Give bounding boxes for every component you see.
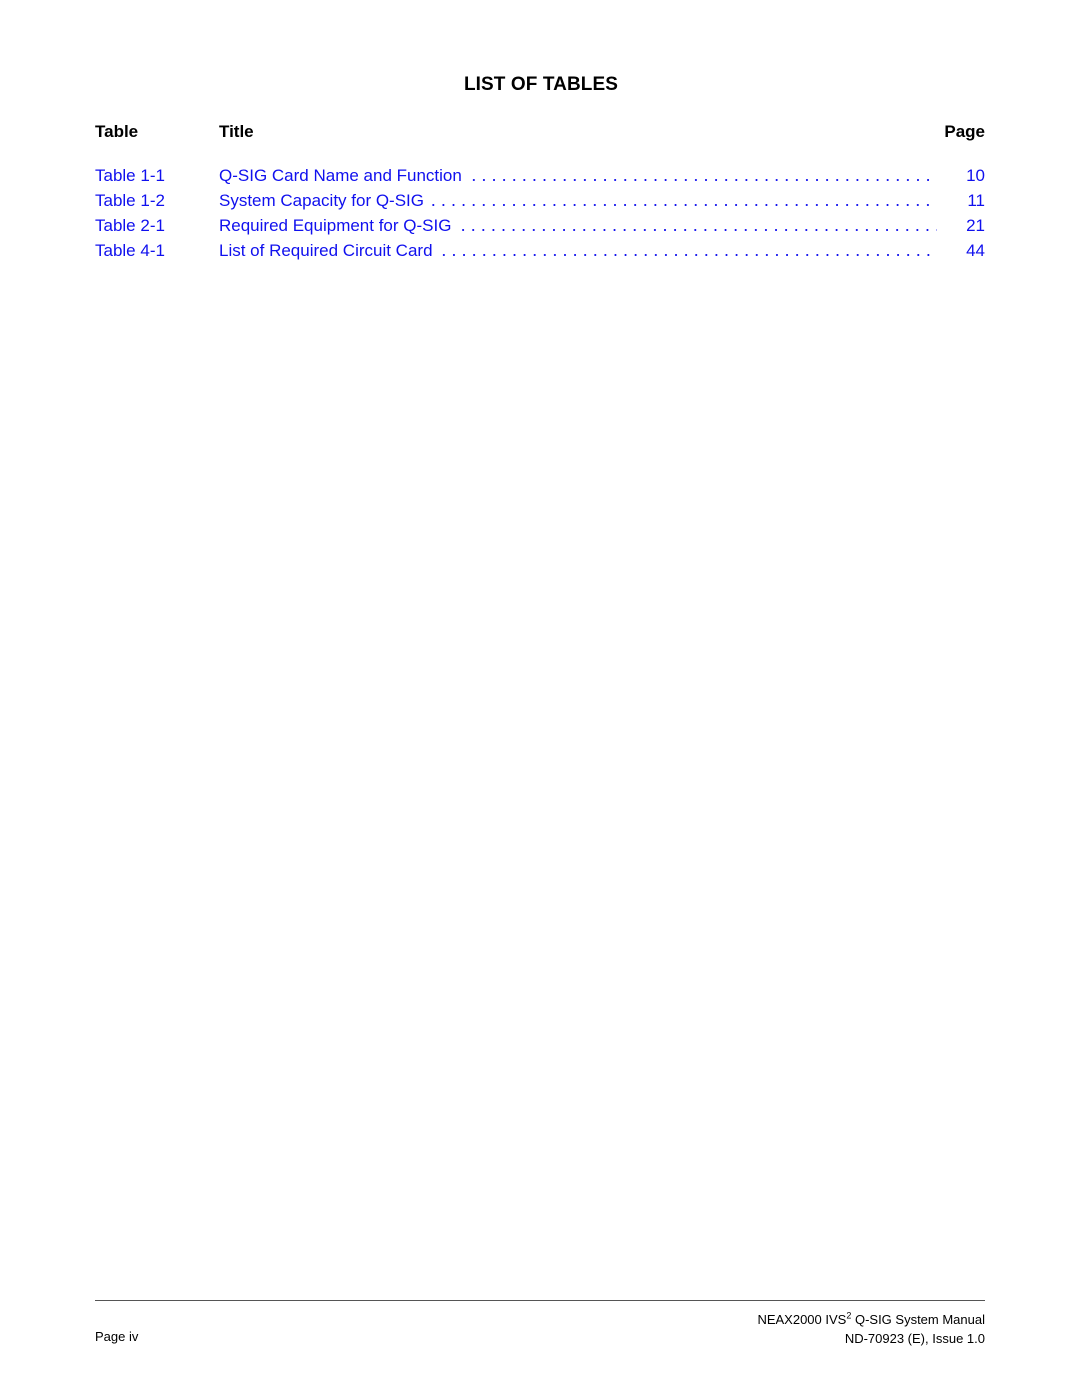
dot-leader — [459, 213, 937, 238]
toc-entry-page[interactable]: 21 — [965, 216, 985, 236]
toc-entry-number[interactable]: Table 1-2 — [95, 191, 219, 211]
toc-entry-table-1-2[interactable]: Table 1-2 System Capacity for Q-SIG 11 — [95, 188, 985, 213]
dot-leader — [432, 188, 937, 213]
toc-entry-title[interactable]: List of Required Circuit Card — [219, 240, 441, 261]
footer-document-id: ND-70923 (E), Issue 1.0 — [844, 1331, 985, 1346]
dot-leader — [440, 238, 937, 263]
toc-entry-page[interactable]: 11 — [965, 191, 985, 211]
footer-manual-title: NEAX2000 IVS2 Q-SIG System Manual — [757, 1310, 985, 1329]
toc-entry-table-1-1[interactable]: Table 1-1 Q-SIG Card Name and Function 1… — [95, 163, 985, 188]
toc-entry-title[interactable]: Required Equipment for Q-SIG — [219, 215, 460, 236]
column-header-table: Table — [95, 122, 139, 141]
toc-entry-page[interactable]: 44 — [965, 241, 985, 261]
footer-manual-prefix: NEAX2000 IVS — [757, 1312, 847, 1327]
footer-divider — [95, 1300, 985, 1301]
toc-entry-page[interactable]: 10 — [965, 166, 985, 186]
toc-entry-title[interactable]: System Capacity for Q-SIG — [219, 190, 432, 211]
toc-entry-number[interactable]: Table 1-1 — [95, 166, 219, 186]
toc-entry-title[interactable]: Q-SIG Card Name and Function — [219, 165, 470, 186]
table-of-contents-list: Table 1-1 Q-SIG Card Name and Function 1… — [95, 163, 985, 263]
toc-entry-number[interactable]: Table 4-1 — [95, 241, 219, 261]
footer-manual-info: NEAX2000 IVS2 Q-SIG System Manual ND-709… — [757, 1310, 985, 1348]
page-title: LIST OF TABLES — [463, 74, 619, 95]
toc-entry-table-2-1[interactable]: Table 2-1 Required Equipment for Q-SIG 2… — [95, 213, 985, 238]
toc-entry-number[interactable]: Table 2-1 — [95, 216, 219, 236]
column-header-title: Title — [219, 122, 254, 141]
toc-entry-table-4-1[interactable]: Table 4-1 List of Required Circuit Card … — [95, 238, 985, 263]
column-header-page: Page — [944, 122, 985, 141]
dot-leader — [469, 163, 937, 188]
footer-manual-suffix: Q-SIG System Manual — [851, 1312, 985, 1327]
footer-page-label: Page iv — [95, 1329, 139, 1344]
